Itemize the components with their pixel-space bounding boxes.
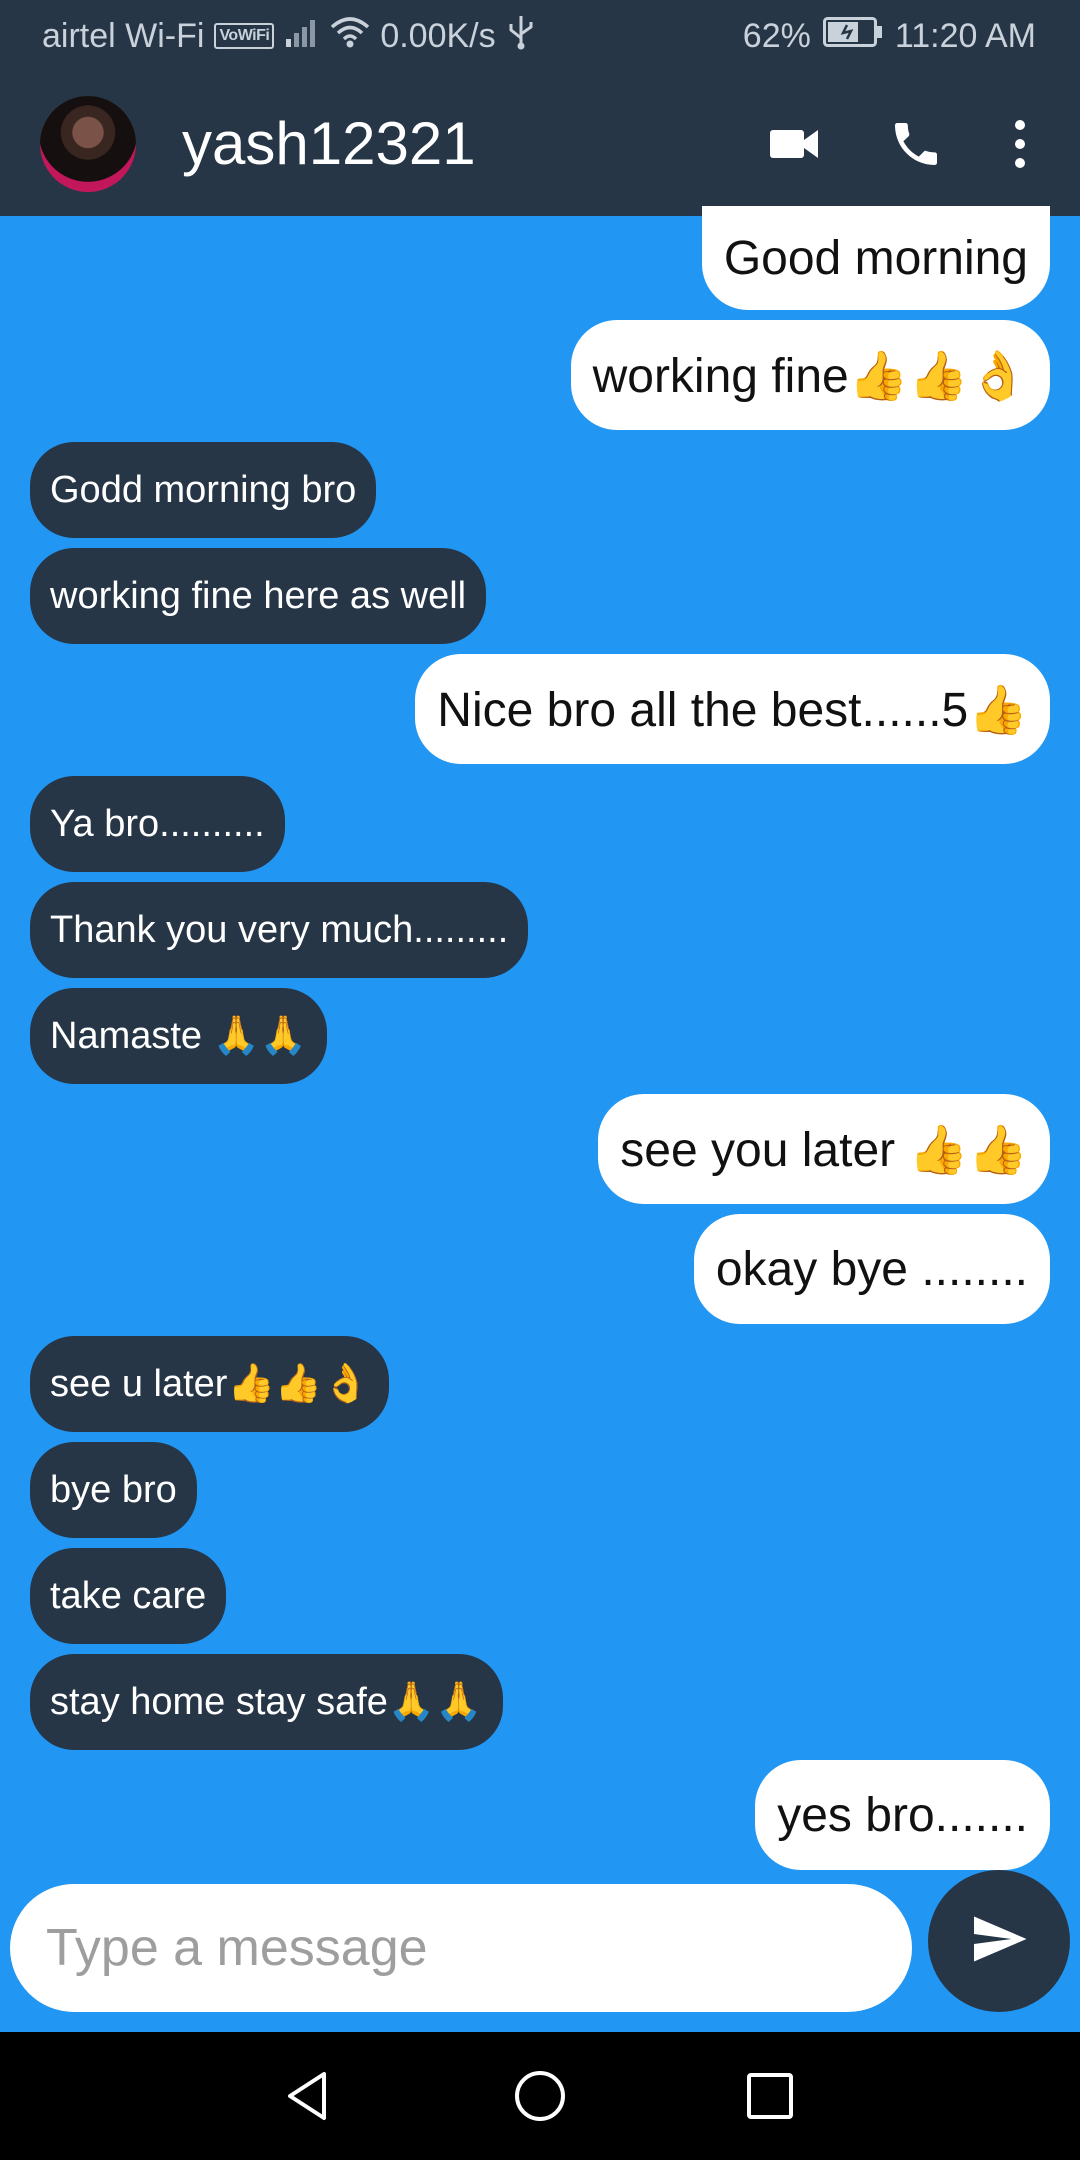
message-bubble-outgoing[interactable]: okay bye ........ bbox=[693, 1214, 1050, 1324]
message-text: Namaste 🙏🙏 bbox=[50, 1015, 308, 1057]
message-text: Good morning bbox=[723, 231, 1028, 285]
message-text: see u later👍👍👌 bbox=[50, 1363, 370, 1405]
message-bubble-outgoing[interactable]: Good morning bbox=[701, 206, 1050, 310]
more-vert-icon[interactable] bbox=[1000, 116, 1040, 172]
wifi-icon bbox=[330, 15, 370, 58]
clock: 11:20 AM bbox=[894, 16, 1036, 55]
chat-header: yash12321 bbox=[0, 72, 1080, 216]
back-nav-icon[interactable] bbox=[278, 2066, 338, 2126]
network-speed: 0.00K/s bbox=[380, 16, 496, 55]
carrier-label: airtel Wi-Fi bbox=[42, 16, 205, 55]
message-text: Ya bro.......... bbox=[50, 802, 265, 845]
status-bar: airtel Wi-Fi VoWiFi 0.00K/s 62% 11:20 AM bbox=[0, 0, 1080, 72]
status-right: 62% 11:20 AM bbox=[743, 0, 1036, 72]
message-text: bye bro bbox=[50, 1468, 177, 1511]
message-input-placeholder: Type a message bbox=[46, 1919, 428, 1977]
system-nav-bar bbox=[0, 2032, 1080, 2160]
message-bubble-incoming[interactable]: bye bro bbox=[30, 1442, 197, 1538]
send-button[interactable] bbox=[928, 1870, 1070, 2012]
message-text: Godd morning bro bbox=[50, 468, 357, 511]
message-bubble-incoming[interactable]: take care bbox=[30, 1548, 227, 1644]
status-left: airtel Wi-Fi VoWiFi 0.00K/s bbox=[42, 0, 536, 72]
message-text: working fine👍👍👌 bbox=[592, 349, 1028, 403]
message-bubble-incoming[interactable]: stay home stay safe🙏🙏 bbox=[30, 1654, 503, 1750]
message-text: yes bro....... bbox=[777, 1788, 1028, 1842]
message-bubble-incoming[interactable]: Godd morning bro bbox=[30, 442, 377, 538]
message-bubble-outgoing[interactable]: see you later 👍👍 bbox=[598, 1094, 1050, 1204]
message-bubble-outgoing[interactable]: yes bro....... bbox=[755, 1760, 1050, 1870]
signal-icon bbox=[284, 17, 320, 56]
battery-icon bbox=[822, 16, 883, 56]
vowifi-badge: VoWiFi bbox=[214, 23, 275, 49]
message-bubble-incoming[interactable]: working fine here as well bbox=[30, 548, 487, 644]
message-text: okay bye ........ bbox=[715, 1242, 1028, 1296]
message-text: see you later 👍👍 bbox=[620, 1123, 1028, 1177]
message-bubble-incoming[interactable]: Thank you very much......... bbox=[30, 882, 529, 978]
home-nav-icon[interactable] bbox=[510, 2066, 570, 2126]
phone-icon[interactable] bbox=[888, 116, 944, 172]
message-input[interactable]: Type a message bbox=[10, 1884, 912, 2012]
recents-nav-icon[interactable] bbox=[740, 2066, 800, 2126]
battery-percent: 62% bbox=[742, 16, 811, 55]
message-text: stay home stay safe🙏🙏 bbox=[50, 1681, 483, 1723]
video-call-icon[interactable] bbox=[766, 116, 822, 172]
message-text: working fine here as well bbox=[50, 574, 467, 617]
usb-icon bbox=[506, 14, 536, 59]
message-bubble-incoming[interactable]: Ya bro.......... bbox=[30, 776, 285, 872]
avatar[interactable] bbox=[40, 96, 136, 192]
message-bubble-outgoing[interactable]: working fine👍👍👌 bbox=[570, 320, 1050, 430]
send-icon bbox=[969, 1909, 1029, 1974]
message-text: Thank you very much......... bbox=[50, 908, 509, 951]
contact-name[interactable]: yash12321 bbox=[182, 108, 476, 180]
message-text: take care bbox=[50, 1574, 207, 1617]
message-text: Nice bro all the best......5👍 bbox=[437, 683, 1028, 737]
message-bubble-incoming[interactable]: Namaste 🙏🙏 bbox=[30, 988, 328, 1084]
message-bubble-outgoing[interactable]: Nice bro all the best......5👍 bbox=[415, 654, 1050, 764]
message-bubble-incoming[interactable]: see u later👍👍👌 bbox=[30, 1336, 390, 1432]
